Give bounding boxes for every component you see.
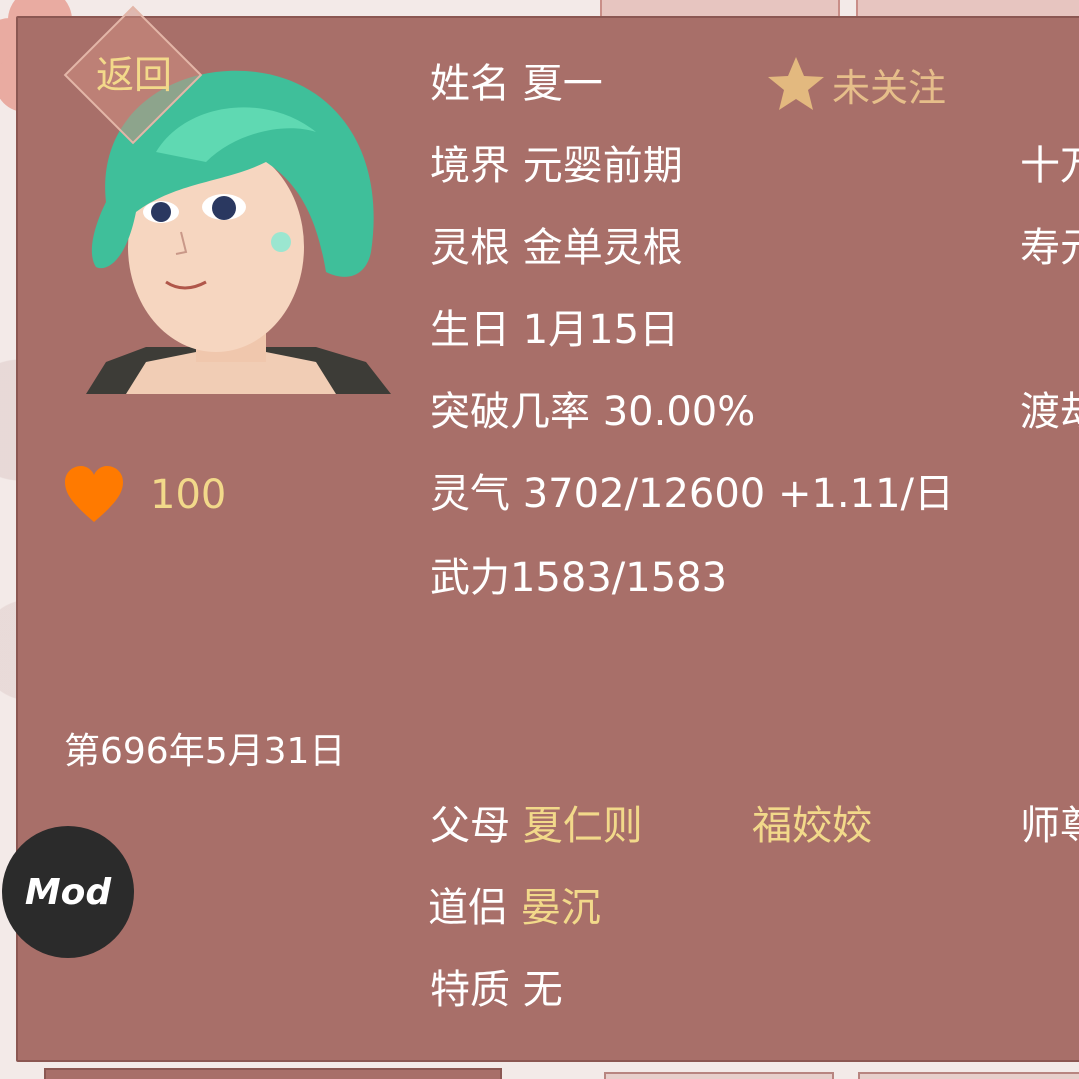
- breakthrough-label: 突破几率: [430, 389, 590, 435]
- father-link[interactable]: 夏仁则: [523, 803, 643, 849]
- favor-value: 100: [150, 472, 227, 518]
- mod-button[interactable]: Mod: [2, 826, 134, 958]
- parents-row: 父母 夏仁则: [430, 802, 643, 850]
- root-row: 灵根 金单灵根: [430, 224, 683, 272]
- birthday-label: 生日: [430, 307, 510, 353]
- follow-button[interactable]: 未关注: [766, 56, 946, 112]
- realm-value: 元婴前期: [522, 143, 683, 189]
- breakthrough-value: 30.00%: [602, 389, 756, 435]
- back-button[interactable]: 返回: [63, 5, 203, 145]
- partner-label: 道侣: [428, 885, 508, 931]
- realm-row: 境界 元婴前期: [430, 142, 683, 190]
- root-label: 灵根: [430, 225, 510, 271]
- birthday-value: 1月15日: [522, 307, 680, 353]
- trait-value: 无: [522, 967, 563, 1013]
- bottom-thumb-1: [604, 1072, 834, 1079]
- right-column-item-4: 师尊: [1020, 803, 1079, 849]
- birthday-row: 生日 1月15日: [430, 306, 679, 354]
- qi-label: 灵气: [430, 471, 510, 517]
- realm-label: 境界: [430, 143, 510, 189]
- name-row: 姓名 夏一: [430, 60, 603, 108]
- bottom-thumb-2: [858, 1072, 1079, 1079]
- follow-status: 未关注: [832, 65, 947, 110]
- right-column-item-3: 渡劫: [1020, 389, 1079, 435]
- qi-row: 灵气 3702/12600 +1.11/日: [430, 470, 954, 518]
- power-value: 1583/1583: [510, 555, 728, 601]
- name-value: 夏一: [522, 61, 603, 107]
- qi-value: 3702/12600 +1.11/日: [522, 471, 955, 517]
- power-label: 武力: [430, 555, 510, 601]
- right-column-item-2: 寿元: [1020, 225, 1079, 271]
- mod-button-label: Mod: [24, 871, 112, 913]
- power-row: 武力1583/1583: [430, 554, 727, 602]
- bottom-panel-edge: [44, 1068, 502, 1079]
- parents-label: 父母: [430, 803, 510, 849]
- star-icon: [768, 57, 824, 110]
- heart-icon: [65, 466, 123, 522]
- trait-label: 特质: [430, 967, 510, 1013]
- partner-link[interactable]: 晏沉: [521, 885, 601, 931]
- game-date: 第696年5月31日: [64, 731, 346, 772]
- name-label: 姓名: [430, 61, 510, 107]
- trait-row: 特质 无: [430, 966, 563, 1014]
- breakthrough-row: 突破几率 30.00%: [430, 388, 755, 436]
- partner-row: 道侣 晏沉: [428, 884, 601, 932]
- back-button-label: 返回: [95, 53, 172, 97]
- mother-link[interactable]: 福姣姣: [752, 802, 872, 850]
- right-column-item-1: 十万: [1020, 143, 1079, 189]
- root-value: 金单灵根: [522, 225, 683, 271]
